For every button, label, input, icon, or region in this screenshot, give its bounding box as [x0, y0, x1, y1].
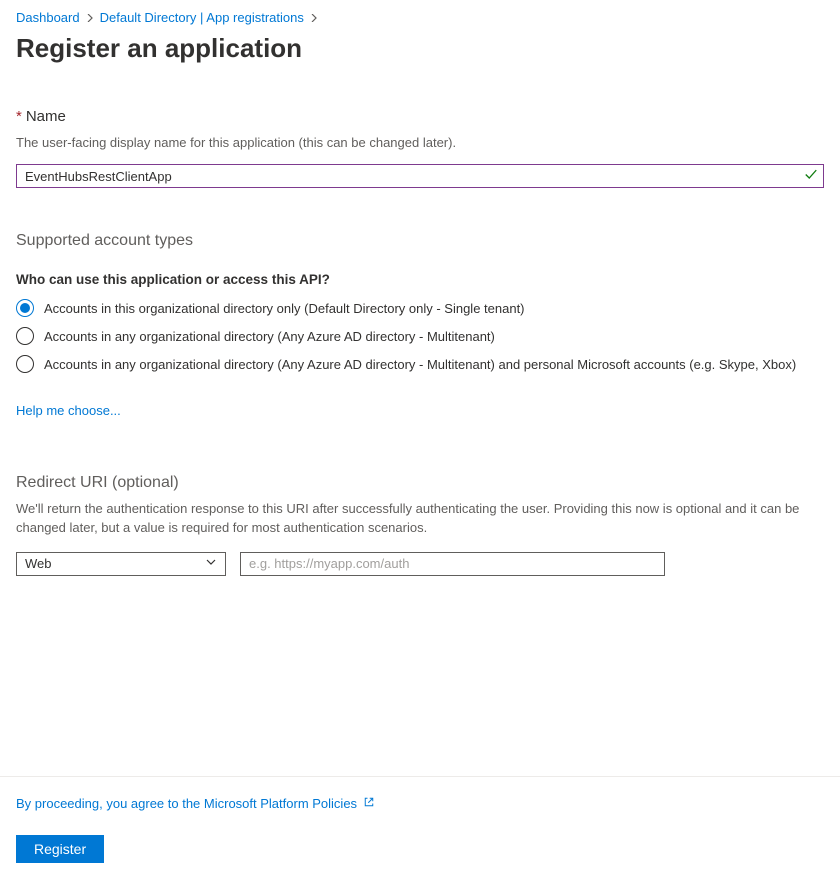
redirect-uri-desc: We'll return the authentication response…: [16, 500, 824, 538]
radio-label: Accounts in this organizational director…: [44, 301, 525, 316]
account-type-single-tenant[interactable]: Accounts in this organizational director…: [16, 299, 824, 317]
account-type-multitenant[interactable]: Accounts in any organizational directory…: [16, 327, 824, 345]
platform-select[interactable]: Web: [16, 552, 226, 576]
redirect-uri-input[interactable]: [240, 552, 665, 576]
chevron-right-icon: [310, 10, 318, 25]
account-types-question: Who can use this application or access t…: [16, 272, 824, 287]
radio-icon: [16, 327, 34, 345]
account-type-multitenant-personal[interactable]: Accounts in any organizational directory…: [16, 355, 824, 373]
radio-label: Accounts in any organizational directory…: [44, 329, 495, 344]
radio-label: Accounts in any organizational directory…: [44, 357, 796, 372]
platform-select-value: Web: [25, 556, 52, 571]
radio-icon: [16, 355, 34, 373]
register-button[interactable]: Register: [16, 835, 104, 863]
platform-policies-link[interactable]: By proceeding, you agree to the Microsof…: [16, 796, 375, 811]
chevron-down-icon: [205, 556, 217, 571]
name-hint: The user-facing display name for this ap…: [16, 135, 824, 150]
redirect-uri-heading: Redirect URI (optional): [16, 474, 824, 492]
chevron-right-icon: [86, 10, 94, 25]
account-types-heading: Supported account types: [16, 232, 824, 250]
name-label: *Name: [16, 108, 824, 125]
policy-link-text: By proceeding, you agree to the Microsof…: [16, 796, 357, 811]
app-name-input[interactable]: [16, 164, 824, 188]
help-me-choose-link[interactable]: Help me choose...: [16, 403, 121, 418]
external-link-icon: [363, 796, 375, 811]
radio-icon: [16, 299, 34, 317]
breadcrumb: Dashboard Default Directory | App regist…: [16, 10, 824, 25]
required-asterisk: *: [16, 108, 22, 125]
breadcrumb-app-registrations[interactable]: Default Directory | App registrations: [100, 10, 304, 25]
page-title: Register an application: [16, 33, 824, 64]
breadcrumb-dashboard[interactable]: Dashboard: [16, 10, 80, 25]
